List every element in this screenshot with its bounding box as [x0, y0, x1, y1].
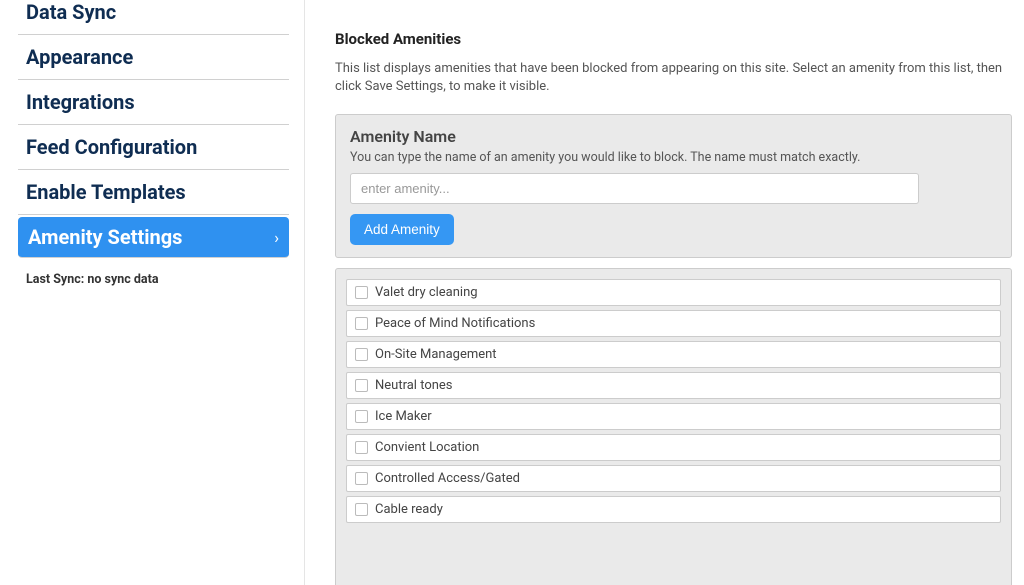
amenity-label: Controlled Access/Gated [375, 471, 520, 486]
amenity-row: Neutral tones [346, 372, 1001, 399]
amenity-row: Controlled Access/Gated [346, 465, 1001, 492]
amenity-label: Neutral tones [375, 378, 453, 393]
amenity-row: On-Site Management [346, 341, 1001, 368]
chevron-right-icon: › [274, 228, 279, 247]
sync-status: Last Sync: no sync data [18, 258, 289, 301]
add-amenity-panel: Amenity Name You can type the name of an… [335, 114, 1012, 258]
blocked-amenities-list: Valet dry cleaning Peace of Mind Notifica… [335, 268, 1012, 585]
amenity-checkbox[interactable] [355, 472, 368, 485]
sidebar-item-appearance[interactable]: Appearance [18, 35, 289, 80]
amenity-label: Ice Maker [375, 409, 432, 424]
sidebar-item-integrations[interactable]: Integrations [18, 80, 289, 125]
sync-status-label: Last Sync: [26, 272, 84, 287]
main-content: Blocked Amenities This list displays ame… [305, 0, 1024, 585]
amenity-row: Convient Location [346, 434, 1001, 461]
sidebar-item-label: Enable Templates [26, 180, 186, 204]
amenity-checkbox[interactable] [355, 379, 368, 392]
amenity-name-input[interactable] [350, 173, 919, 204]
blocked-amenities-desc: This list displays amenities that have b… [335, 60, 1012, 96]
amenity-checkbox[interactable] [355, 441, 368, 454]
amenity-row: Ice Maker [346, 403, 1001, 430]
amenity-checkbox[interactable] [355, 286, 368, 299]
amenity-label: Cable ready [375, 502, 443, 517]
amenity-name-label: Amenity Name [350, 127, 997, 146]
sidebar-item-enable-templates[interactable]: Enable Templates [18, 170, 289, 215]
amenity-checkbox[interactable] [355, 410, 368, 423]
amenity-row: Peace of Mind Notifications [346, 310, 1001, 337]
sidebar-item-label: Data Sync [26, 0, 116, 24]
amenity-label: On-Site Management [375, 347, 497, 362]
sidebar-item-label: Feed Configuration [26, 135, 197, 159]
amenity-row: Valet dry cleaning [346, 279, 1001, 306]
amenity-checkbox[interactable] [355, 503, 368, 516]
amenity-checkbox[interactable] [355, 317, 368, 330]
sidebar-item-label: Amenity Settings [28, 225, 182, 249]
amenity-label: Convient Location [375, 440, 479, 455]
sidebar-item-amenity-settings[interactable]: Amenity Settings › [18, 217, 289, 258]
sidebar-item-label: Appearance [26, 45, 133, 69]
sidebar-item-feed-configuration[interactable]: Feed Configuration [18, 125, 289, 170]
sidebar-item-data-sync[interactable]: Data Sync [18, 0, 289, 35]
add-amenity-button[interactable]: Add Amenity [350, 214, 454, 245]
amenity-checkbox[interactable] [355, 348, 368, 361]
blocked-amenities-title: Blocked Amenities [335, 30, 1012, 48]
sync-status-value: no sync data [87, 272, 158, 287]
amenity-label: Peace of Mind Notifications [375, 316, 535, 331]
amenity-name-help: You can type the name of an amenity you … [350, 150, 997, 165]
settings-sidebar: Data Sync Appearance Integrations Feed Conf… [0, 0, 305, 585]
amenity-row: Cable ready [346, 496, 1001, 523]
sidebar-item-label: Integrations [26, 90, 135, 114]
amenity-label: Valet dry cleaning [375, 285, 478, 300]
